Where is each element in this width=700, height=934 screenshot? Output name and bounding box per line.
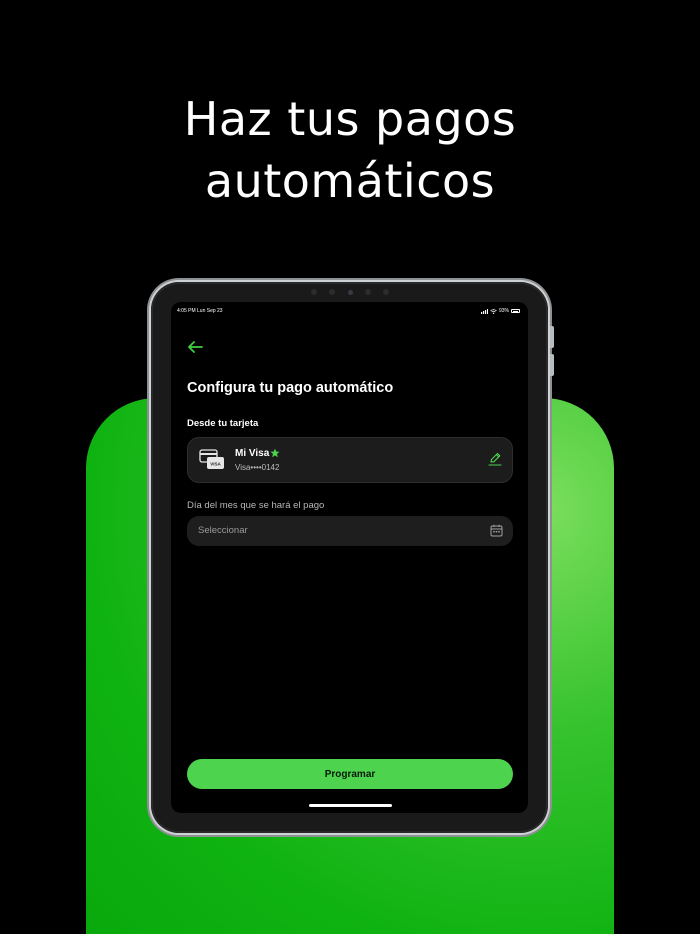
selected-card[interactable]: VISA Mi Visa Visa••••0142 (187, 437, 513, 483)
status-time: 4:05 PM Lun Sep 23 (177, 308, 223, 314)
credit-card-icon: VISA (199, 449, 224, 469)
schedule-button[interactable]: Programar (187, 759, 513, 789)
headline-line-2: automáticos (204, 154, 496, 208)
headline-line-1: Haz tus pagos (183, 92, 517, 146)
day-select[interactable]: Seleccionar (187, 516, 513, 546)
screen-title: Configura tu pago automático (187, 380, 394, 396)
wifi-icon (490, 308, 497, 314)
app-screen: 4:05 PM Lun Sep 23 93% Configura tu pago… (171, 302, 528, 813)
status-bar: 4:05 PM Lun Sep 23 93% (177, 306, 520, 316)
promo-headline: Haz tus pagos automáticos (0, 88, 700, 212)
card-number: Visa••••0142 (235, 463, 280, 472)
camera-bar (311, 289, 389, 295)
battery-percent: 93% (498, 308, 509, 314)
day-field-label: Día del mes que se hará el pago (187, 500, 325, 511)
card-name: Mi Visa (235, 448, 270, 459)
home-indicator[interactable] (309, 804, 392, 807)
tablet-device-frame: 4:05 PM Lun Sep 23 93% Configura tu pago… (151, 282, 554, 833)
visa-badge: VISA (210, 462, 221, 467)
star-icon (270, 448, 280, 458)
pencil-icon[interactable] (488, 452, 502, 466)
day-select-placeholder: Seleccionar (198, 525, 248, 536)
card-section-label: Desde tu tarjeta (187, 418, 259, 429)
volume-down-button (550, 354, 554, 376)
battery-icon (511, 309, 520, 313)
volume-up-button (550, 326, 554, 348)
calendar-icon (490, 524, 503, 537)
arrow-left-icon[interactable] (186, 340, 204, 354)
status-icons: 93% (480, 308, 520, 314)
signal-icon (480, 308, 488, 314)
